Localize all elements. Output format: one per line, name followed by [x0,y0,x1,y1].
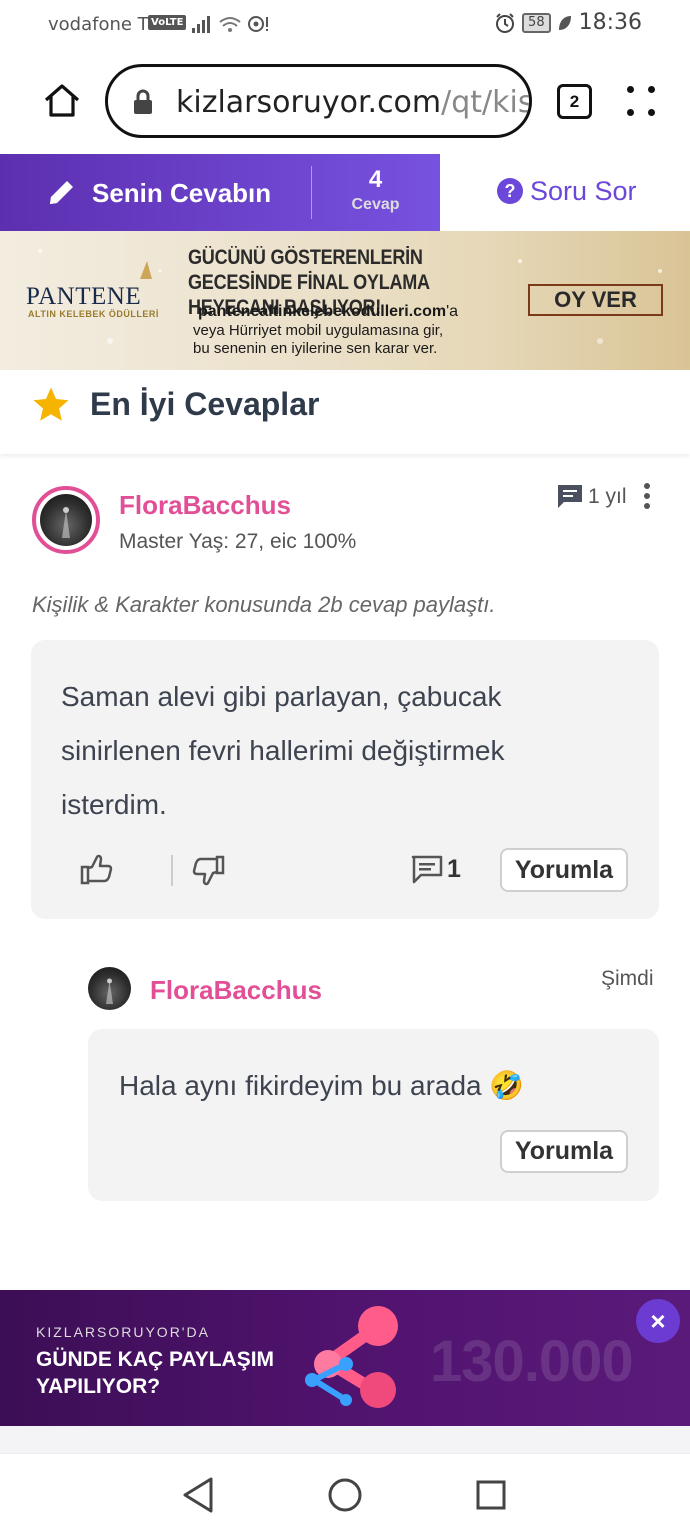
answer-text-line2: sinirlenen fevri hallerimi değiştirmek [61,735,505,766]
section-title: En İyi Cevaplar [90,386,320,422]
reply-username[interactable]: FloraBacchus [150,975,322,1006]
question-tabs: Senin Cevabın 4 Cevap ? Soru Sor [0,154,690,231]
answer-user-meta: Master Yaş: 27, eic 100% [119,530,357,553]
answer-count: 4 [368,166,383,193]
tab-your-answer-label: Senin Cevabın [92,178,272,208]
question-icon: ? [497,178,523,204]
answer-options-icon[interactable] [641,482,653,510]
reply-time: Şimdi [601,967,654,990]
avatar-image [40,494,92,546]
back-icon[interactable] [181,1476,215,1514]
promo-headline: GÜNDE KAÇ PAYLAŞIM YAPILIYOR? [36,1346,274,1400]
share-icon [305,1306,398,1408]
promo-line2: YAPILIYOR? [36,1375,161,1398]
ad-body: veya Hürriyet mobil uygulamasına gir, bu… [193,322,443,358]
pencil-icon [50,181,73,204]
answer-text-line1: Saman alevi gibi parlayan, çabucak [61,681,502,712]
ad-domain: pantenealtinkelebekodulleri.com'a [198,303,458,321]
url-path: /qt/kisil [441,85,532,120]
ad-domain-text: pantenealtinkelebekodulleri.com [198,303,447,320]
star-icon [33,387,69,421]
carrier-name: vodafone TR [48,14,162,35]
battery-indicator: 58 [522,12,551,33]
promo-line1: GÜNDE KAÇ PAYLAŞIM [36,1348,275,1371]
recents-icon[interactable] [475,1479,507,1511]
status-right: 58 18:36 [494,10,642,35]
volte-badge: VoLTE [148,15,187,30]
browser-toolbar: kizlarsoruyor.com/qt/kisil 2 [0,48,690,154]
comment-bubble-icon [558,485,582,508]
home-icon[interactable] [40,78,84,122]
comment-count: 1 [447,855,461,883]
comment-button[interactable]: Yorumla [500,848,628,892]
clock: 18:36 [578,10,642,35]
tab-switcher-button[interactable]: 2 [557,84,592,119]
avatar[interactable] [32,486,100,554]
reply-bubble: Hala aynı fikirdeyim bu arada 🤣 [88,1029,659,1201]
alarm-icon [496,12,515,33]
reply-avatar[interactable] [88,967,131,1010]
url-domain: kizlarsoruyor.com [176,85,442,120]
thumbs-up-icon[interactable] [80,853,114,887]
answer-text: Saman alevi gibi parlayan, çabucak sinir… [61,670,505,832]
promo-small-text: KIZLARSORUYOR'DA [36,1324,210,1340]
answer-username[interactable]: FloraBacchus [119,490,291,521]
tab-ask-question[interactable]: ? Soru Sor [440,154,690,231]
answer-count-label: Cevap [351,196,400,213]
ad-banner[interactable]: PANTENE ALTIN KELEBEK ÖDÜLLERİ GÜCÜNÜ GÖ… [0,231,690,370]
promo-banner[interactable]: KIZLARSORUYOR'DA GÜNDE KAÇ PAYLAŞIM YAPI… [0,1290,690,1426]
reply-text: Hala aynı fikirdeyim bu arada 🤣 [119,1070,525,1101]
reply-comment-button[interactable]: Yorumla [500,1130,628,1173]
tab-your-answer[interactable]: Senin Cevabın 4 Cevap [0,154,440,231]
answer-time: 1 yıl [588,485,627,508]
more-menu-icon[interactable] [624,86,655,118]
vote-divider [171,855,173,886]
ad-brand-logo: PANTENE [26,283,142,310]
thumbs-down-icon[interactable] [191,853,225,887]
home-nav-icon[interactable] [327,1477,363,1513]
system-nav-bar [0,1453,690,1533]
lock-icon [134,89,152,114]
ad-vote-button[interactable]: OY VER [528,284,663,316]
promo-number: 130.000 [430,1329,634,1394]
ad-body-line1: veya Hürriyet mobil uygulamasına gir, [193,322,444,339]
ad-brand-subtitle: ALTIN KELEBEK ÖDÜLLERİ [28,309,159,319]
leaf-icon [558,15,571,30]
ad-domain-suffix: 'a [446,303,459,320]
url-text[interactable]: kizlarsoruyor.com/qt/kisil [176,85,532,120]
signal-icons [192,16,268,33]
tab-ask-label: Soru Sor [530,176,637,206]
status-bar: vodafone TR VoLTE 58 18:36 [0,0,690,48]
comments-icon[interactable] [411,855,443,885]
ad-body-line2: bu senenin en iyilerine sen karar ver. [193,340,438,357]
address-bar[interactable]: kizlarsoruyor.com/qt/kisil [105,64,532,138]
bottom-spacer [0,1426,690,1453]
answer-topic[interactable]: Kişilik & Karakter konusunda 2b cevap pa… [32,592,495,618]
promo-close-button[interactable]: × [636,1299,680,1343]
answer-text-line3: isterdim. [61,789,167,820]
best-answers-header: En İyi Cevaplar [0,370,690,454]
